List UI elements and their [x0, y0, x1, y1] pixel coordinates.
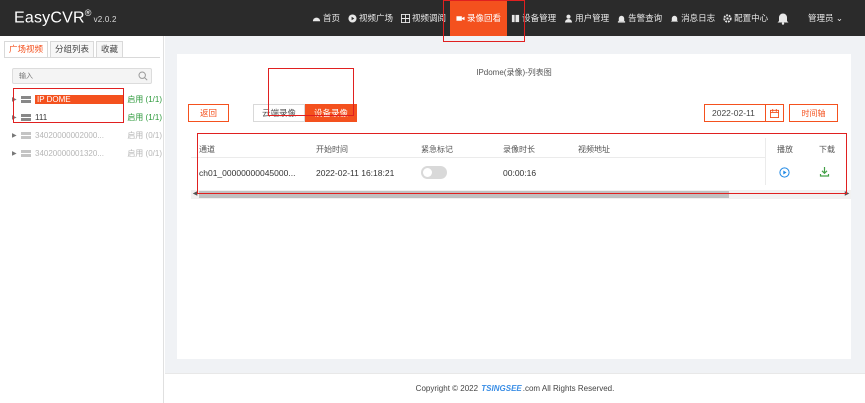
column-header: 开始时间: [316, 145, 348, 154]
download-icon[interactable]: [819, 166, 830, 177]
tree-item-name: 34020000002000...: [35, 130, 104, 140]
nav-item-video-review[interactable]: 视频调阅: [397, 0, 450, 36]
top-navbar: EasyCVR®v2.0.2 首页 视频广场 视频调阅 录像回看 设备管理 用户…: [0, 0, 865, 36]
column-header: 视频地址: [578, 145, 610, 154]
scrollbar-thumb[interactable]: [199, 191, 729, 198]
column-header: 播放: [777, 145, 793, 154]
caret-right-icon[interactable]: ▶: [12, 114, 18, 121]
column-header: 通道: [199, 145, 215, 154]
user-menu[interactable]: 管理员 ⌄: [808, 12, 843, 24]
app-logo[interactable]: EasyCVR®v2.0.2: [14, 8, 117, 27]
device-tree: ▶ IP DOME 启用 (1/1) ▶ 111 启用 (1/1) ▶ 3402…: [12, 93, 162, 165]
search-icon[interactable]: [138, 71, 148, 81]
record-source-switch: 云端录像 设备录像: [253, 104, 358, 122]
tree-item[interactable]: ▶ 34020000002000... 启用 (0/1): [12, 129, 162, 141]
caret-right-icon[interactable]: ▶: [12, 150, 18, 157]
timeline-button[interactable]: 时间轴: [789, 104, 838, 122]
date-picker[interactable]: 2022-02-11: [704, 104, 784, 122]
play-circle-icon: [348, 13, 357, 23]
calendar-icon[interactable]: [765, 105, 783, 121]
nav-item-message-log[interactable]: 消息日志: [666, 0, 719, 36]
tree-item-name: IP DOME: [35, 94, 124, 104]
footer-brand-logo: TSINGSEE: [481, 384, 522, 393]
tab-square-video[interactable]: 广场视频: [4, 41, 49, 57]
page-footer: Copyright © 2022 TSINGSEE .com All Rights…: [165, 373, 865, 403]
column-header: 录像时长: [503, 145, 535, 154]
column-header: 下载: [819, 145, 835, 154]
page-title: IPdome(录像)-列表图: [476, 68, 552, 77]
left-panel: 广场视频 分组列表 收藏 ▶ IP DOME 启用 (1/1) ▶ 111 启用…: [0, 36, 164, 403]
date-value: 2022-02-11: [712, 108, 755, 118]
tree-item-status: 启用 (1/1): [127, 94, 162, 104]
device-search-input[interactable]: [13, 69, 133, 83]
scroll-left-icon[interactable]: ◀: [191, 190, 199, 199]
tree-item-name: 111: [35, 112, 48, 122]
device-list-icon: [21, 149, 31, 157]
back-button[interactable]: 返回: [188, 104, 229, 122]
nav-item-device-management[interactable]: 设备管理: [507, 0, 560, 36]
tree-item-status: 启用 (1/1): [127, 112, 162, 122]
table-row[interactable]: ch01_00000000045000... 2022-02-11 16:18:…: [191, 159, 851, 185]
start-time-cell: 2022-02-11 16:18:21: [316, 168, 395, 178]
device-list-icon: [21, 95, 31, 103]
main-area: IPdome(录像)-列表图 返回 云端录像 设备录像 2022-02-11 时…: [165, 36, 865, 373]
bell-icon: [671, 15, 679, 22]
dashboard-icon: [312, 17, 321, 21]
nav-item-home[interactable]: 首页: [308, 0, 344, 36]
device-recording-button[interactable]: 设备录像: [305, 104, 358, 122]
play-icon[interactable]: [779, 167, 790, 178]
recording-table: 通道 开始时间 紧急标记 录像时长 视频地址 ch01_000000000450…: [191, 138, 851, 201]
gear-icon: [723, 13, 732, 23]
recording-list-card: IPdome(录像)-列表图 返回 云端录像 设备录像 2022-02-11 时…: [177, 54, 851, 359]
duration-cell: 00:00:16: [503, 168, 537, 178]
tree-item[interactable]: ▶ 111 启用 (1/1): [12, 111, 162, 123]
tab-group-list[interactable]: 分组列表: [50, 41, 95, 57]
grid-icon: [401, 13, 411, 23]
horizontal-scrollbar[interactable]: ◀ ▶: [191, 190, 851, 199]
left-tabs: 广场视频 分组列表 收藏: [4, 41, 125, 57]
cloud-recording-button[interactable]: 云端录像: [253, 104, 306, 122]
device-list-icon: [21, 131, 31, 139]
nav-item-recording-playback[interactable]: 录像回看: [450, 0, 508, 36]
main-nav: 首页 视频广场 视频调阅 录像回看 设备管理 用户管理 告警查询 消息日志 配置…: [308, 0, 772, 36]
scroll-right-icon[interactable]: ▶: [843, 190, 851, 199]
alarm-icon: [617, 15, 626, 23]
tree-item[interactable]: ▶ 34020000001320... 启用 (0/1): [12, 147, 162, 159]
user-icon: [564, 14, 573, 23]
caret-right-icon[interactable]: ▶: [12, 132, 18, 139]
tree-item-name: 34020000001320...: [35, 148, 104, 158]
nav-item-alarm-query[interactable]: 告警查询: [613, 0, 666, 36]
device-list-icon: [21, 113, 31, 121]
nav-item-video-square[interactable]: 视频广场: [344, 0, 397, 36]
tree-item-status: 启用 (0/1): [127, 130, 162, 140]
tree-item[interactable]: ▶ IP DOME 启用 (1/1): [12, 93, 162, 105]
device-search: [12, 68, 152, 84]
nav-item-config-center[interactable]: 配置中心: [719, 0, 772, 36]
caret-right-icon[interactable]: ▶: [12, 96, 18, 103]
video-camera-icon: [456, 15, 465, 21]
channel-cell: ch01_00000000045000...: [199, 168, 296, 178]
nav-item-user-management[interactable]: 用户管理: [560, 0, 613, 36]
table-header: 通道 开始时间 紧急标记 录像时长 视频地址: [191, 138, 851, 158]
tabs-divider: [4, 57, 160, 58]
device-icon: [511, 14, 520, 22]
tree-item-status: 启用 (0/1): [127, 148, 162, 158]
fixed-action-column: 播放 下载: [765, 138, 851, 185]
tab-favorites[interactable]: 收藏: [96, 41, 124, 57]
emergency-mark-toggle[interactable]: [421, 166, 447, 179]
column-header: 紧急标记: [421, 145, 453, 154]
notification-bell-icon[interactable]: [776, 11, 790, 25]
